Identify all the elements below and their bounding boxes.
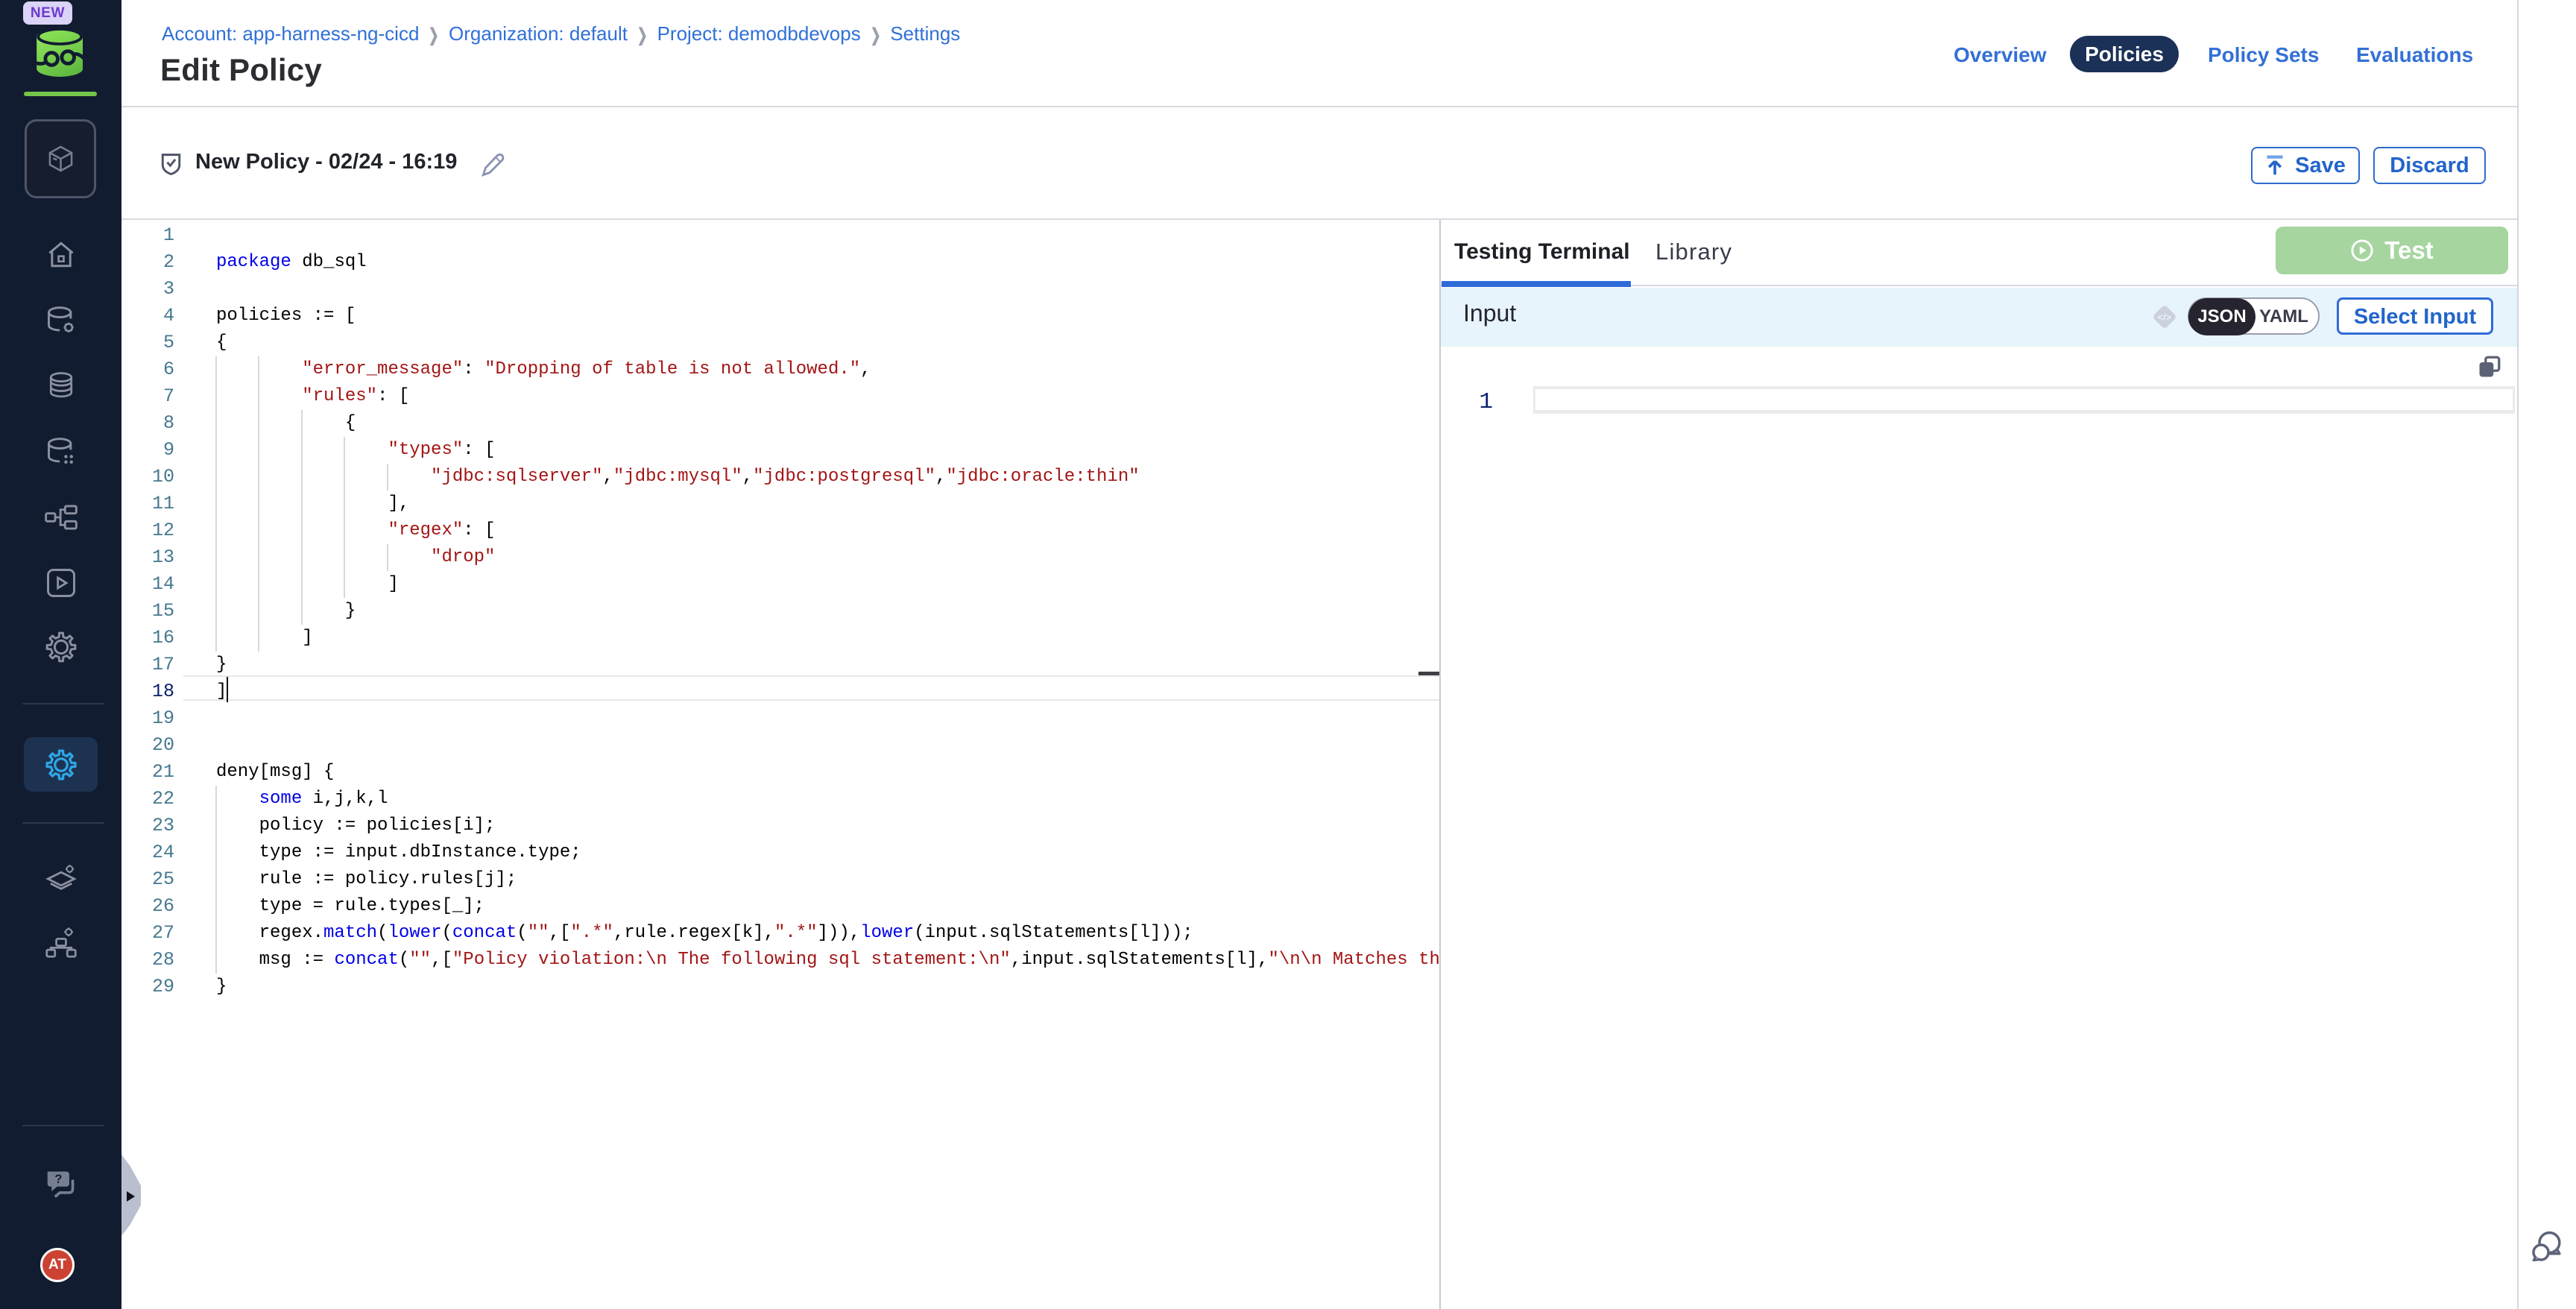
svg-text:?: ? bbox=[54, 1173, 62, 1186]
svg-text:</>: </> bbox=[2158, 312, 2171, 323]
